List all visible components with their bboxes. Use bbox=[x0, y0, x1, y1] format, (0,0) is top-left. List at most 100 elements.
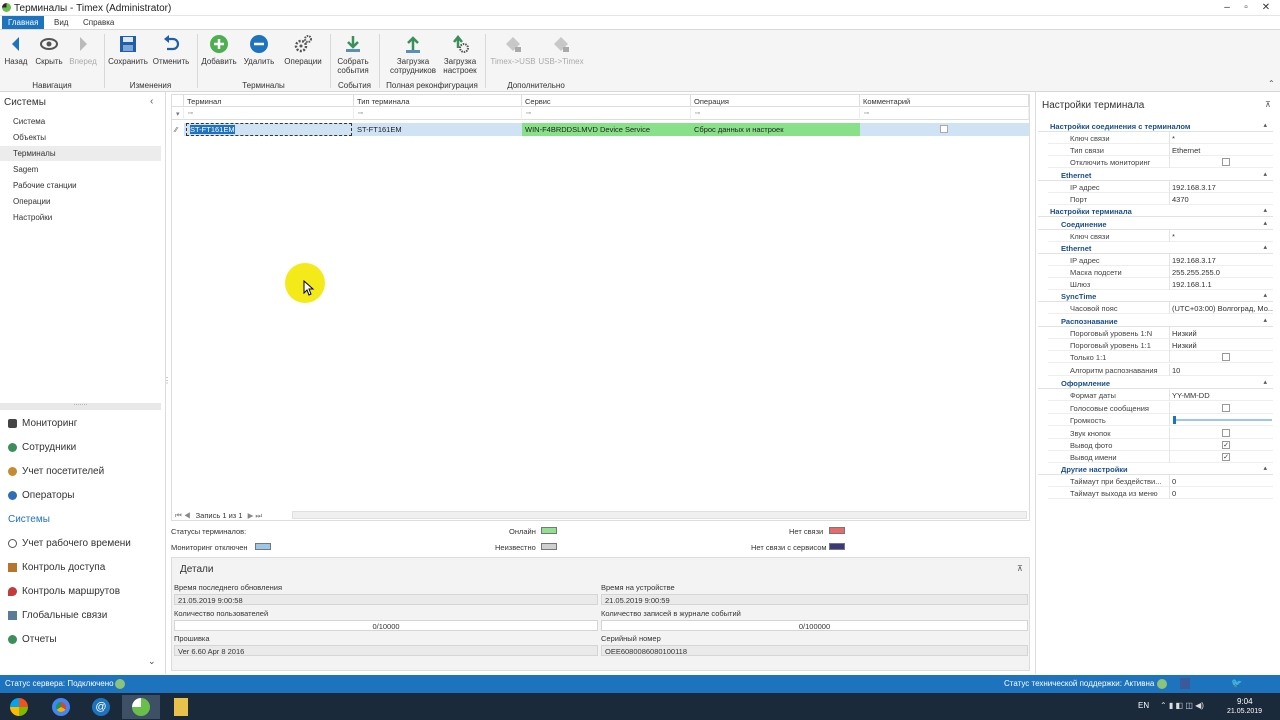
language-indicator[interactable]: EN bbox=[1138, 701, 1149, 710]
prop-timezone[interactable]: Часовой пояс (UTC+03:00) Волгоград, Мо... bbox=[1048, 302, 1273, 314]
usb-timex-button[interactable]: USB->Timex bbox=[538, 34, 584, 74]
col-header-type[interactable]: Тип терминала bbox=[354, 95, 522, 107]
prop-gateway[interactable]: Шлюз 192.168.1.1 bbox=[1048, 278, 1273, 290]
prop-key-sound[interactable]: Звук кнопок bbox=[1048, 427, 1273, 439]
splitter-handle[interactable]: ⋮ bbox=[163, 376, 171, 385]
pager-first-icon[interactable]: ⏮ ◀ bbox=[175, 511, 191, 520]
minimize-icon[interactable]: – bbox=[1221, 2, 1233, 14]
prop-threshold-1n[interactable]: Пороговый уровень 1:N Низкий bbox=[1048, 327, 1273, 339]
taskbar-timex[interactable] bbox=[122, 695, 160, 719]
hide-button[interactable]: Скрыть bbox=[34, 34, 64, 74]
nav-item-global-links[interactable]: Глобальные связи bbox=[0, 604, 161, 626]
section-terminal-settings[interactable]: Настройки терминала ▴ bbox=[1038, 205, 1273, 217]
pin-icon[interactable]: ⊼ bbox=[1265, 100, 1271, 109]
only-11-checkbox[interactable] bbox=[1222, 353, 1230, 361]
cell-operation[interactable]: Сброс данных и настроек bbox=[691, 123, 860, 136]
col-header-comment[interactable]: Комментарий bbox=[860, 95, 1029, 107]
nav-item-visitors[interactable]: Учет посетителей bbox=[0, 460, 161, 482]
taskbar-chrome[interactable] bbox=[42, 695, 80, 719]
prop-ip-2[interactable]: IP адрес 192.168.3.17 bbox=[1048, 254, 1273, 266]
prop-key-2[interactable]: Ключ связи * bbox=[1048, 230, 1273, 242]
nav-item-worktime[interactable]: Учет рабочего времени bbox=[0, 532, 161, 554]
forward-button[interactable]: Вперед bbox=[69, 34, 97, 74]
add-button[interactable]: Добавить bbox=[200, 34, 238, 74]
table-row[interactable]: ⁄⁄ ST-FT161EM ST-FT161EM WIN-F4BRDDSLMVD… bbox=[172, 123, 1029, 136]
prop-port[interactable]: Порт 4370 bbox=[1048, 193, 1273, 205]
start-button[interactable] bbox=[0, 695, 38, 719]
col-header-terminal[interactable]: Терминал bbox=[184, 95, 354, 107]
nav-item-monitoring[interactable]: Мониторинг bbox=[0, 412, 161, 434]
filter-terminal[interactable]: ▫▫ bbox=[184, 108, 354, 120]
pager-next-icon[interactable]: ▶ ⏭ bbox=[248, 511, 263, 520]
prop-subnet-mask[interactable]: Маска подсети 255.255.255.0 bbox=[1048, 266, 1273, 278]
systems-item-workstations[interactable]: Рабочие станции bbox=[0, 178, 161, 193]
systems-item-system[interactable]: Система bbox=[0, 114, 161, 129]
nav-splitter[interactable]: ······· bbox=[0, 402, 161, 410]
section-design[interactable]: Оформление ▴ bbox=[1038, 377, 1273, 389]
prop-conn-type[interactable]: Тип связи Ethernet bbox=[1048, 144, 1273, 156]
prop-photo[interactable]: Вывод фото ✓ bbox=[1048, 439, 1273, 451]
systems-item-sagem[interactable]: Sagem bbox=[0, 162, 161, 177]
key-sound-checkbox[interactable] bbox=[1222, 429, 1230, 437]
tab-help[interactable]: Справка bbox=[77, 16, 120, 29]
col-header-operation[interactable]: Операция bbox=[691, 95, 860, 107]
tab-view[interactable]: Вид bbox=[48, 16, 74, 29]
name-output-checkbox[interactable]: ✓ bbox=[1222, 453, 1230, 461]
cell-terminal[interactable]: ST-FT161EM bbox=[186, 123, 352, 136]
taskbar-mail[interactable]: @ bbox=[82, 695, 120, 719]
cancel-button[interactable]: Отменить bbox=[152, 34, 190, 74]
prop-algorithm[interactable]: Алгоритм распознавания 10 bbox=[1048, 364, 1273, 376]
voice-checkbox[interactable] bbox=[1222, 404, 1230, 412]
section-connection-settings[interactable]: Настройки соединения с терминалом ▴ bbox=[1038, 120, 1273, 132]
prop-menu-timeout[interactable]: Таймаут выхода из меню 0 bbox=[1048, 487, 1273, 499]
nav-item-access-control[interactable]: Контроль доступа bbox=[0, 556, 161, 578]
delete-button[interactable]: Удалить bbox=[241, 34, 277, 74]
collapse-icon[interactable]: ‹ bbox=[150, 96, 153, 107]
nav-item-routes[interactable]: Контроль маршрутов bbox=[0, 580, 161, 602]
prop-threshold-11[interactable]: Пороговый уровень 1:1 Низкий bbox=[1048, 339, 1273, 351]
save-button[interactable]: Сохранить bbox=[108, 34, 148, 74]
prop-volume[interactable]: Громкость bbox=[1048, 414, 1273, 426]
prop-only-11[interactable]: Только 1:1 bbox=[1048, 351, 1273, 363]
cell-comment[interactable] bbox=[860, 123, 1029, 136]
cell-service[interactable]: WIN-F4BRDDSLMVD Device Service bbox=[522, 123, 691, 136]
volume-slider-thumb[interactable] bbox=[1173, 416, 1176, 424]
load-staff-button[interactable]: Загрузка сотрудников bbox=[387, 34, 439, 75]
pin-icon[interactable]: ⊼ bbox=[1017, 564, 1023, 573]
back-button[interactable]: Назад bbox=[4, 34, 28, 74]
prop-ip-1[interactable]: IP адрес 192.168.3.17 bbox=[1048, 181, 1273, 193]
filter-comment[interactable]: ▫▫ bbox=[860, 108, 1029, 120]
prop-idle-timeout[interactable]: Таймаут при бездействи... 0 bbox=[1048, 475, 1273, 487]
section-ethernet-2[interactable]: Ethernet ▴ bbox=[1038, 242, 1273, 254]
nav-item-employees[interactable]: Сотрудники bbox=[0, 436, 161, 458]
close-icon[interactable]: ✕ bbox=[1260, 2, 1272, 14]
systems-item-settings[interactable]: Настройки bbox=[0, 210, 161, 225]
nav-item-reports[interactable]: Отчеты bbox=[0, 628, 161, 650]
taskbar-explorer[interactable] bbox=[162, 695, 200, 719]
section-ethernet-1[interactable]: Ethernet ▴ bbox=[1038, 169, 1273, 181]
chevron-down-icon[interactable]: ⌄ bbox=[148, 656, 156, 667]
monitoring-off-checkbox[interactable] bbox=[1222, 158, 1230, 166]
prop-conn-key[interactable]: Ключ связи * bbox=[1048, 132, 1273, 144]
collect-events-button[interactable]: Собрать события bbox=[334, 34, 372, 75]
load-settings-button[interactable]: Загрузка настроек bbox=[441, 34, 479, 75]
systems-item-objects[interactable]: Объекты bbox=[0, 130, 161, 145]
horizontal-scrollbar[interactable] bbox=[292, 511, 1027, 519]
twitter-icon[interactable]: 🐦 bbox=[1231, 678, 1242, 689]
systems-item-operations[interactable]: Операции bbox=[0, 194, 161, 209]
filter-icon[interactable]: ▾ bbox=[172, 108, 184, 120]
prop-monitoring-off[interactable]: Отключить мониторинг bbox=[1048, 156, 1273, 168]
comment-edit-icon[interactable] bbox=[940, 125, 948, 133]
prop-date-format[interactable]: Формат даты YY-MM-DD bbox=[1048, 389, 1273, 401]
col-header-service[interactable]: Сервис bbox=[522, 95, 691, 107]
prop-name-output[interactable]: Вывод имени ✓ bbox=[1048, 451, 1273, 463]
tray-icons[interactable]: ⌃ ▮ ◧ ◫ ◀) bbox=[1160, 701, 1204, 710]
ribbon-collapse-icon[interactable]: ⌃ bbox=[1268, 79, 1275, 88]
nav-item-operators[interactable]: Операторы bbox=[0, 484, 161, 506]
maximize-icon[interactable]: ▫ bbox=[1240, 2, 1252, 14]
filter-operation[interactable]: ▫▫ bbox=[691, 108, 860, 120]
cell-type[interactable]: ST-FT161EM bbox=[354, 123, 522, 136]
nav-item-systems[interactable]: Системы bbox=[0, 508, 161, 530]
tab-main[interactable]: Главная bbox=[2, 16, 45, 29]
systems-item-terminals[interactable]: Терминалы bbox=[0, 146, 161, 161]
